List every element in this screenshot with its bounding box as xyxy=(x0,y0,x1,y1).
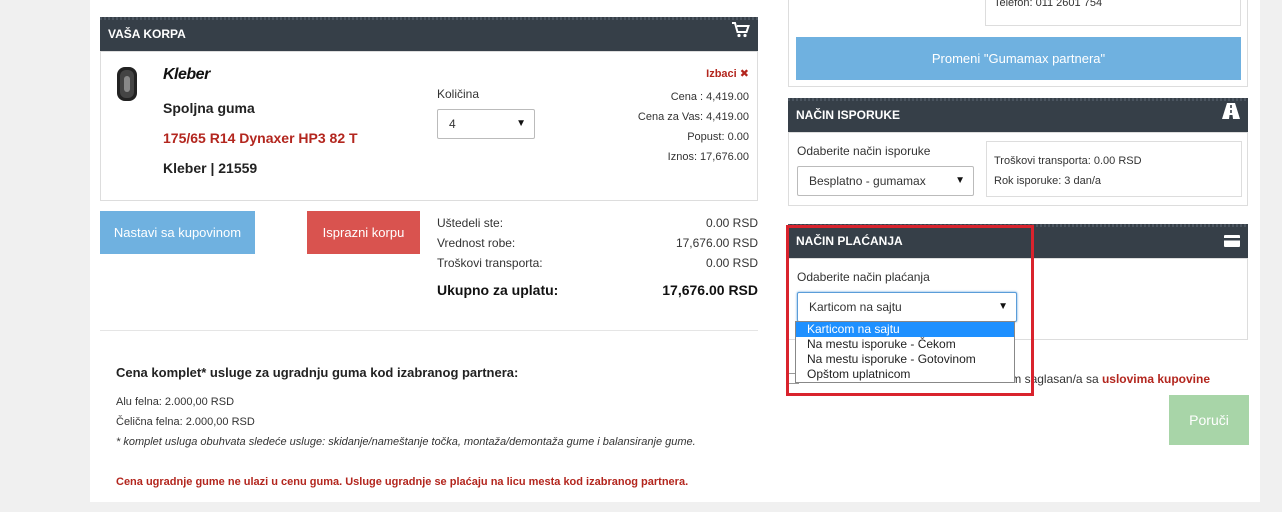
cart-header: VAŠA KORPA xyxy=(100,17,758,51)
discount: Popust: 0.00 xyxy=(687,131,749,143)
delivery-select-label: Odaberite način isporuke xyxy=(797,144,931,158)
cart-title: VAŠA KORPA xyxy=(108,27,186,41)
delivery-title: NAČIN ISPORUKE xyxy=(796,108,901,122)
payment-highlight xyxy=(786,225,1034,396)
grand-total: Ukupno za uplatu: 17,676.00 RSD xyxy=(437,282,758,298)
delivery-header: NAČIN ISPORUKE xyxy=(788,98,1248,132)
empty-cart-button[interactable]: Isprazni korpu xyxy=(307,211,420,254)
delivery-body: Odaberite način isporuke Besplatno - gum… xyxy=(788,132,1248,206)
alu-price: Alu felna: 2.000,00 RSD xyxy=(116,396,235,408)
page: VAŠA KORPA Kleber Spoljna guma 175/65 R1… xyxy=(90,0,1260,502)
price: Cena : 4,419.00 xyxy=(670,91,749,103)
quantity-value: 4 xyxy=(449,117,456,131)
divider xyxy=(100,330,758,331)
totals-row: Troškovi transporta: 0.00 RSD xyxy=(437,256,758,270)
close-icon: ✖ xyxy=(739,68,749,80)
delivery-selected: Besplatno - gumamax xyxy=(809,174,926,188)
tire-image xyxy=(115,66,139,107)
product-type: Spoljna guma xyxy=(163,100,255,116)
delivery-select[interactable]: Besplatno - gumamax ▼ xyxy=(797,166,974,196)
cart-item: Kleber Spoljna guma 175/65 R14 Dynaxer H… xyxy=(100,51,758,201)
steel-price: Čelična felna: 2.000,00 RSD xyxy=(116,416,255,428)
change-partner-button[interactable]: Promeni "Gumamax partnera" xyxy=(796,37,1241,80)
installation-heading: Cena komplet* usluge za ugradnju guma ko… xyxy=(116,365,519,380)
terms-link[interactable]: uslovima kupovine xyxy=(1102,372,1210,386)
chevron-down-icon: ▼ xyxy=(955,175,965,186)
order-button[interactable]: Poruči xyxy=(1169,395,1249,445)
price-info: Cena : 4,419.00 Cena za Vas: 4,419.00 Po… xyxy=(638,87,749,167)
delivery-info: Troškovi transporta: 0.00 RSD Rok isporu… xyxy=(986,141,1242,197)
quantity-select[interactable]: 4 ▼ xyxy=(437,109,535,139)
totals-row: Uštedeli ste: 0.00 RSD xyxy=(437,216,758,230)
card-icon xyxy=(1224,224,1240,260)
remove-button[interactable]: Izbaci ✖ xyxy=(706,67,749,80)
truck-road-icon xyxy=(1222,98,1240,132)
product-name[interactable]: 175/65 R14 Dynaxer HP3 82 T xyxy=(163,130,358,146)
remove-label: Izbaci xyxy=(706,68,737,80)
chevron-down-icon: ▼ xyxy=(516,118,526,129)
installation-warning: Cena ugradnje gume ne ulazi u cenu guma.… xyxy=(116,476,689,488)
cart-icon xyxy=(732,17,750,51)
partner-info: Telefon: 011 2601 754 xyxy=(985,0,1241,26)
amount: Iznos: 17,676.00 xyxy=(667,151,749,163)
delivery-time: Rok isporuke: 3 dan/a xyxy=(994,175,1102,187)
continue-shopping-button[interactable]: Nastavi sa kupovinom xyxy=(100,211,255,254)
totals-row: Vrednost robe: 17,676.00 RSD xyxy=(437,236,758,250)
partner-phone: Telefon: 011 2601 754 xyxy=(994,0,1103,9)
product-code: Kleber | 21559 xyxy=(163,160,258,176)
transport-cost: Troškovi transporta: 0.00 RSD xyxy=(994,155,1142,167)
price-for-you: Cena za Vas: 4,419.00 xyxy=(637,111,749,123)
quantity-label: Količina xyxy=(437,87,480,101)
totals: Uštedeli ste: 0.00 RSD Vrednost robe: 17,6… xyxy=(437,216,758,310)
brand-logo: Kleber xyxy=(163,66,210,83)
installation-note: * komplet usluga obuhvata sledeće usluge… xyxy=(116,436,696,448)
